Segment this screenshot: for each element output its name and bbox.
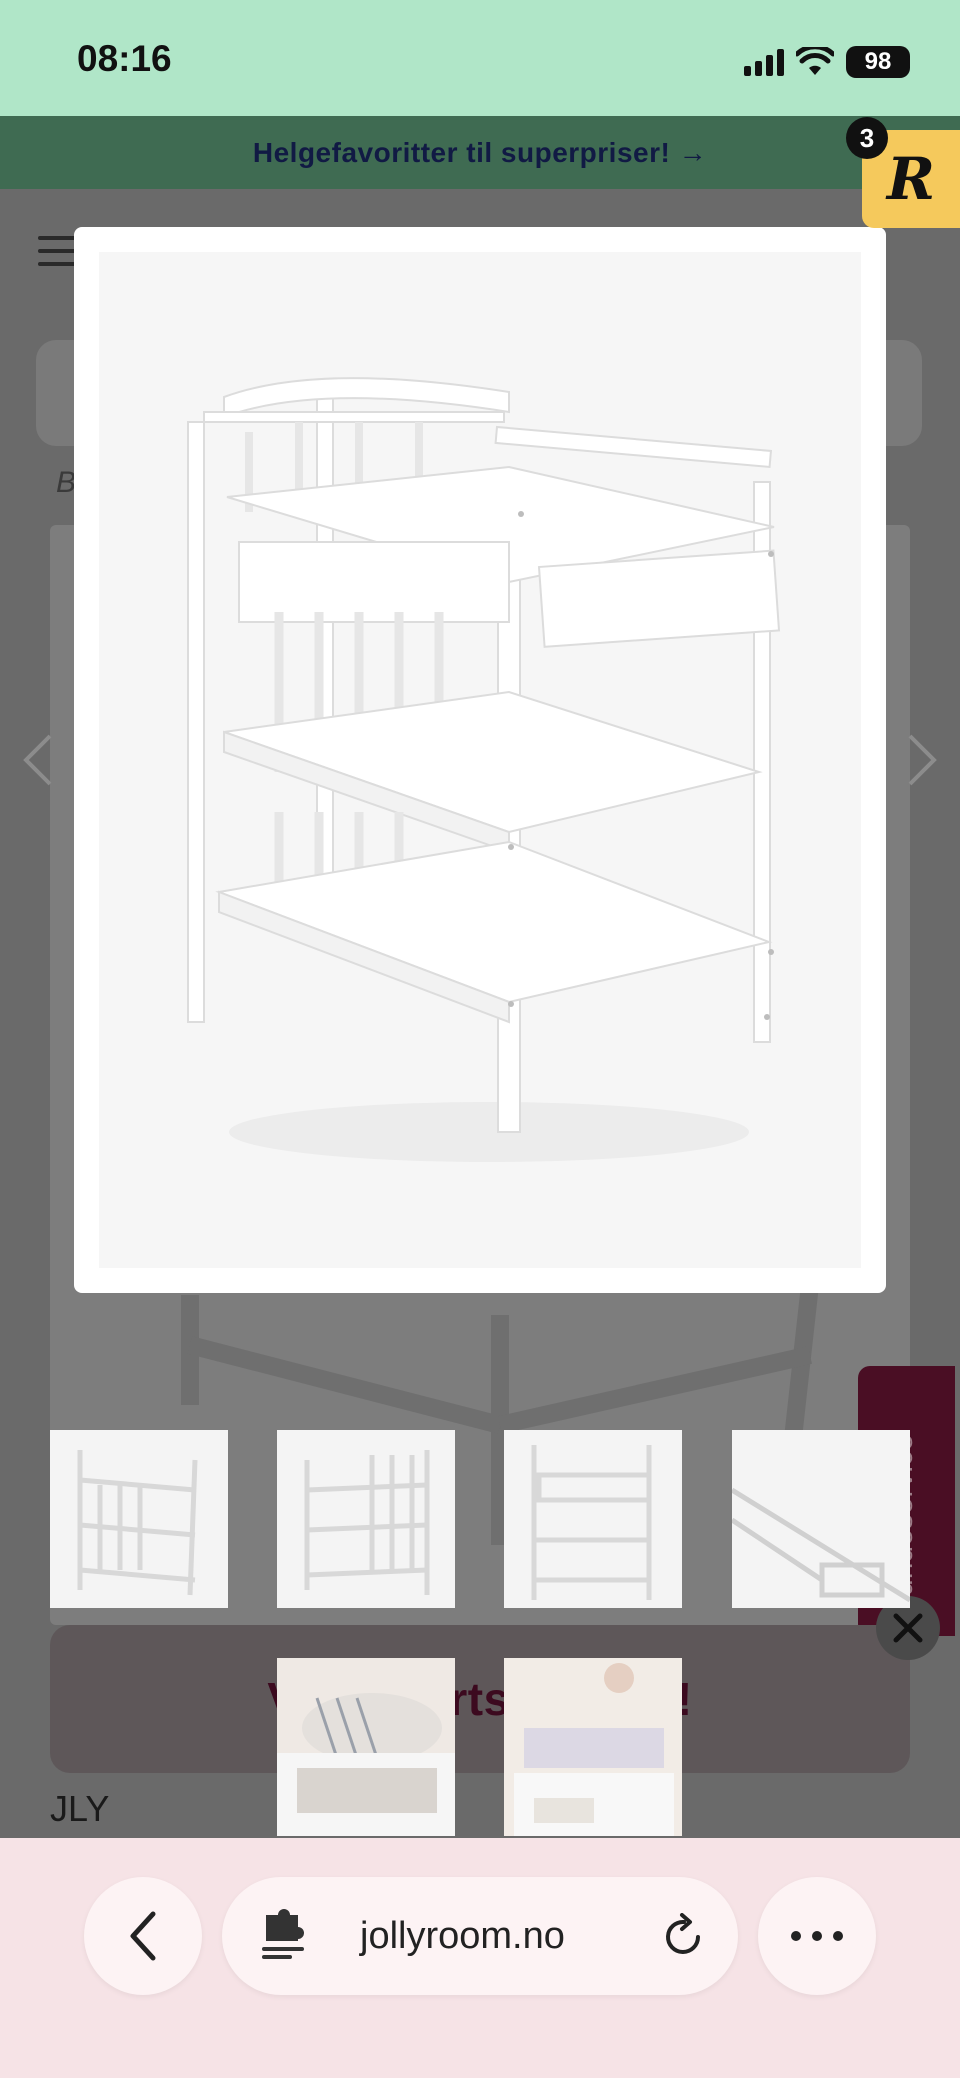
thumbnail-2[interactable] xyxy=(277,1430,455,1608)
contest-banner[interactable]: Vinn ba rts Stokke! xyxy=(50,1625,910,1773)
product-brand: JLY xyxy=(50,1788,110,1829)
reload-icon[interactable] xyxy=(660,1913,706,1959)
browser-toolbar: jollyroom.no xyxy=(0,1838,960,2078)
extension-puzzle-icon xyxy=(262,1909,304,1959)
breadcrumb: B xyxy=(56,466,77,499)
image-lightbox[interactable] xyxy=(74,227,886,1293)
thumbnail-1[interactable] xyxy=(50,1430,228,1608)
ellipsis-icon xyxy=(791,1931,843,1941)
lightbox-product-image[interactable] xyxy=(99,252,861,1268)
notification-count-badge: 3 xyxy=(846,117,888,159)
thumbnail-6[interactable] xyxy=(504,1658,682,1836)
thumbnail-4[interactable] xyxy=(732,1430,910,1608)
battery-indicator: 98 xyxy=(846,46,910,78)
signal-icon xyxy=(744,48,784,76)
back-button[interactable] xyxy=(84,1877,202,1995)
menu-icon[interactable] xyxy=(38,236,78,275)
chevron-left-icon xyxy=(23,734,52,786)
previous-image-arrow[interactable] xyxy=(18,730,58,790)
more-options-button[interactable] xyxy=(758,1877,876,1995)
promo-text: Helgefavoritter til superpriser! → xyxy=(252,136,708,168)
status-bar: 08:16 98 xyxy=(0,0,960,116)
chevron-left-icon xyxy=(130,1911,156,1961)
url-text: jollyroom.no xyxy=(360,1915,565,1957)
wifi-icon xyxy=(796,47,834,75)
status-time: 08:16 xyxy=(77,38,172,79)
promo-banner[interactable]: Helgefavoritter til superpriser! → xyxy=(0,116,960,189)
thumbnail-5[interactable] xyxy=(277,1658,455,1836)
close-icon xyxy=(893,1613,923,1643)
status-icons: 98 xyxy=(744,42,910,82)
address-bar[interactable]: jollyroom.no xyxy=(222,1877,738,1995)
thumbnail-3[interactable] xyxy=(504,1430,682,1608)
rewards-letter: R xyxy=(886,145,936,213)
changing-table-image xyxy=(99,252,861,1268)
next-image-arrow[interactable] xyxy=(902,730,942,790)
chevron-right-icon xyxy=(908,734,937,786)
